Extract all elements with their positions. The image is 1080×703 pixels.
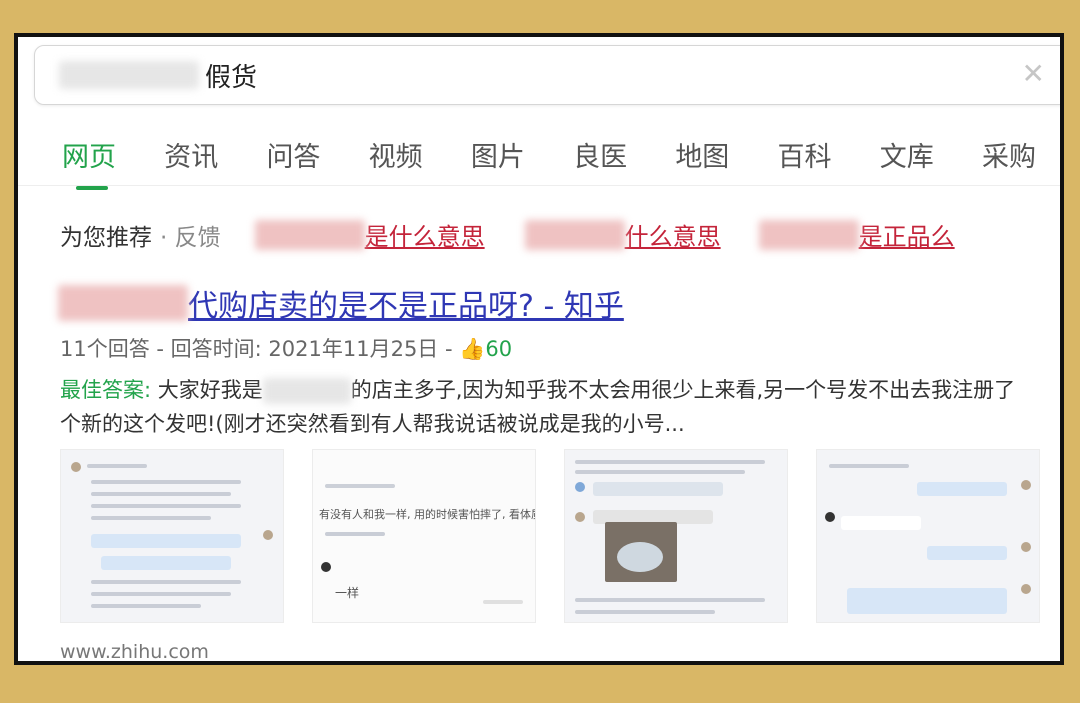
blurred-title-prefix	[58, 285, 188, 321]
thumbnail-3[interactable]	[564, 449, 788, 623]
tab-web[interactable]: 网页	[62, 135, 116, 190]
recommend-label: 为您推荐	[60, 224, 152, 251]
thumbnail-2-reply: 一样	[335, 586, 360, 600]
blurred-recommend-2	[524, 219, 625, 250]
thumbnail-4[interactable]	[816, 449, 1040, 623]
best-answer-pre: 大家好我是	[151, 378, 263, 402]
feedback-link[interactable]: · 反馈	[160, 218, 221, 252]
thumbnail-1[interactable]	[60, 449, 284, 623]
result-title: 代购店卖的是不是正品呀? - 知乎	[58, 281, 624, 325]
best-answer-label: 最佳答案:	[60, 378, 152, 402]
search-query-text[interactable]: 假货	[205, 57, 257, 94]
tabs-divider	[18, 185, 1060, 186]
blurred-recommend-1	[254, 219, 365, 250]
tab-wenku[interactable]: 文库	[880, 135, 934, 190]
tab-purchase[interactable]: 采购	[982, 135, 1036, 190]
result-url[interactable]: www.zhihu.com	[60, 641, 209, 661]
meta-separator: -	[149, 337, 171, 361]
tab-images[interactable]: 图片	[471, 135, 525, 190]
search-bar[interactable]: 假货 ✕	[34, 45, 1060, 105]
result-meta: 11个回答 - 回答时间: 2021年11月25日 - 👍60	[60, 333, 512, 363]
result-title-link[interactable]: 代购店卖的是不是正品呀? - 知乎	[188, 281, 624, 325]
tab-doctor[interactable]: 良医	[573, 135, 627, 190]
thumbnail-2-caption: 有没有人和我一样, 用的时候害怕摔了, 看体质	[319, 508, 536, 521]
tab-bar: 网页 资讯 问答 视频 图片 良医 地图 百科 文库 采购	[62, 135, 1036, 190]
tab-qa[interactable]: 问答	[266, 135, 320, 190]
blurred-recommend-3	[758, 219, 859, 250]
recommend-link-3[interactable]: 是正品么	[859, 217, 955, 252]
recommend-link-1[interactable]: 是什么意思	[365, 217, 485, 252]
thumbnail-row: 有没有人和我一样, 用的时候害怕摔了, 看体质 一样	[60, 449, 1040, 623]
tab-video[interactable]: 视频	[369, 135, 423, 190]
meta-separator: -	[438, 337, 460, 361]
recommend-row: 为您推荐 · 反馈 是什么意思 什么意思 是正品么	[60, 217, 955, 252]
tab-baike[interactable]: 百科	[778, 135, 832, 190]
like-count: 60	[485, 337, 513, 361]
clear-icon[interactable]: ✕	[1022, 60, 1045, 88]
blurred-shop-name	[262, 378, 351, 404]
thumbnail-2[interactable]: 有没有人和我一样, 用的时候害怕摔了, 看体质 一样	[312, 449, 536, 623]
recommend-link-2[interactable]: 什么意思	[625, 217, 721, 252]
answer-time: 回答时间: 2021年11月25日	[170, 337, 439, 361]
tab-news[interactable]: 资讯	[164, 135, 218, 190]
blurred-query-prefix	[59, 61, 199, 89]
browser-screenshot-frame: 假货 ✕ 网页 资讯 问答 视频 图片 良医 地图 百科 文库 采购 为您推荐 …	[14, 33, 1064, 665]
answer-count: 11个回答	[60, 337, 150, 361]
tab-map[interactable]: 地图	[675, 135, 729, 190]
best-answer-snippet: 最佳答案: 大家好我是 的店主多子,因为知乎我不太会用很少上来看,另一个号发不出去…	[60, 373, 1035, 441]
thumbs-up-icon: 👍	[459, 337, 486, 361]
